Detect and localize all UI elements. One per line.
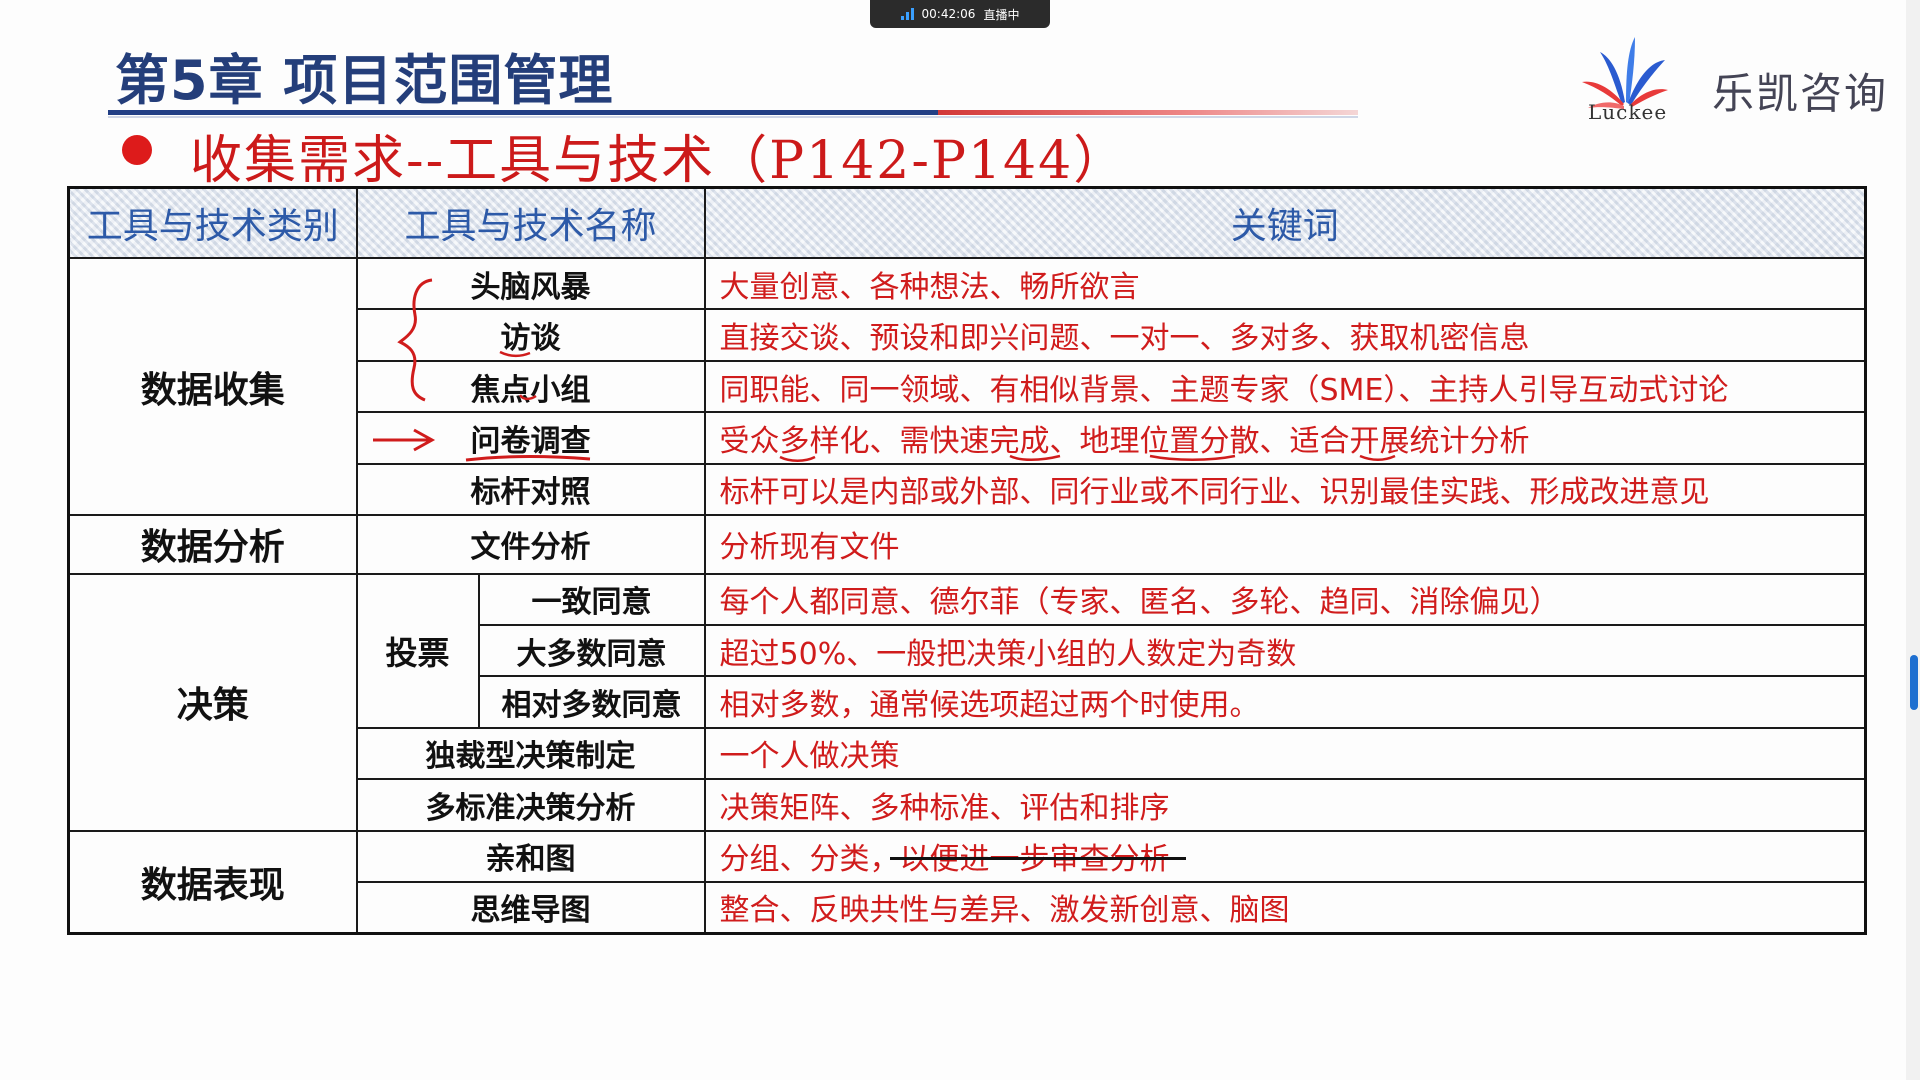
- live-timer: 00:42:06: [921, 7, 976, 21]
- live-label: 直播中: [983, 7, 1020, 22]
- section-title: 收集需求--工具与技术（P142-P144）: [190, 131, 1128, 191]
- category-data-representation: 数据表现: [67, 829, 358, 935]
- tool-keywords: 相对多数，通常候选项超过两个时使用。: [703, 675, 1867, 729]
- strikethrough-annotation: [889, 856, 1186, 860]
- tool-name: 访谈: [355, 308, 706, 362]
- tool-name: 问卷调查: [355, 411, 706, 465]
- tool-name: 一致同意: [477, 572, 706, 626]
- title-divider-accent: [938, 110, 1358, 115]
- tool-keywords: 超过50%、一般把决策小组的人数定为奇数: [703, 623, 1867, 678]
- tool-name: 焦点小组: [355, 359, 706, 414]
- tool-name: 相对多数同意: [477, 675, 706, 729]
- tool-keywords: 同职能、同一领域、有相似背景、主题专家（SME）、主持人引导互动式讨论: [703, 359, 1867, 414]
- tool-name: 标杆对照: [355, 462, 706, 517]
- category-data-collection: 数据收集: [67, 256, 358, 517]
- signal-icon: [900, 8, 914, 20]
- chapter-title: 第5章 项目范围管理: [115, 49, 614, 112]
- tool-keywords: 标杆可以是内部或外部、同行业或不同行业、识别最佳实践、形成改进意见: [703, 462, 1867, 517]
- slide: 00:42:06 直播中 第5章 项目范围管理 收集需求--工具与技术（P142…: [0, 0, 1920, 1080]
- category-data-analysis: 数据分析: [67, 514, 358, 575]
- header-tool-name: 工具与技术名称: [355, 186, 706, 259]
- tool-keywords: 受众多样化、需快速完成、地理位置分散、适合开展统计分析: [703, 411, 1867, 465]
- title-divider: [108, 110, 938, 115]
- tools-techniques-table: 工具与技术类别 工具与技术名称 关键词 数据收集 头脑风暴 大量创意、各种想法、…: [67, 186, 1867, 935]
- tool-keywords: 大量创意、各种想法、畅所欲言: [703, 256, 1867, 311]
- tool-keywords: 整合、反映共性与差异、激发新创意、脑图: [703, 880, 1867, 935]
- tool-keywords: 一个人做决策: [703, 726, 1867, 781]
- tool-name: 多标准决策分析: [355, 778, 706, 832]
- tool-keywords: 分析现有文件: [703, 514, 1867, 575]
- tool-keywords: 决策矩阵、多种标准、评估和排序: [703, 778, 1867, 832]
- tool-keywords: 直接交谈、预设和即兴问题、一对一、多对多、获取机密信息: [703, 308, 1867, 362]
- tool-name: 亲和图: [355, 829, 706, 883]
- scrollbar-thumb[interactable]: [1910, 655, 1918, 710]
- voting-group-label: 投票: [355, 572, 480, 729]
- scrollbar-track[interactable]: [1906, 0, 1920, 1080]
- header-category: 工具与技术类别: [67, 186, 358, 259]
- tool-name: 独裁型决策制定: [355, 726, 706, 781]
- tool-keywords: 每个人都同意、德尔菲（专家、匿名、多轮、趋同、消除偏见）: [703, 572, 1867, 626]
- header-keywords: 关键词: [703, 186, 1867, 259]
- tool-name: 大多数同意: [477, 623, 706, 678]
- tool-keywords: 分组、分类，以便进一步审查分析: [703, 829, 1867, 883]
- keyword-text: 分组、分类，以便进一步审查分析: [719, 842, 1170, 878]
- logo-name: 乐凯咨询: [1712, 69, 1889, 118]
- logo-latin-text: Luckee: [1588, 100, 1668, 124]
- bullet-icon: [122, 135, 152, 165]
- live-status-pill[interactable]: 00:42:06 直播中: [870, 0, 1050, 28]
- tool-name: 文件分析: [355, 514, 706, 575]
- category-decision-making: 决策: [67, 572, 358, 832]
- tool-name: 思维导图: [355, 880, 706, 935]
- tool-name: 头脑风暴: [355, 256, 706, 311]
